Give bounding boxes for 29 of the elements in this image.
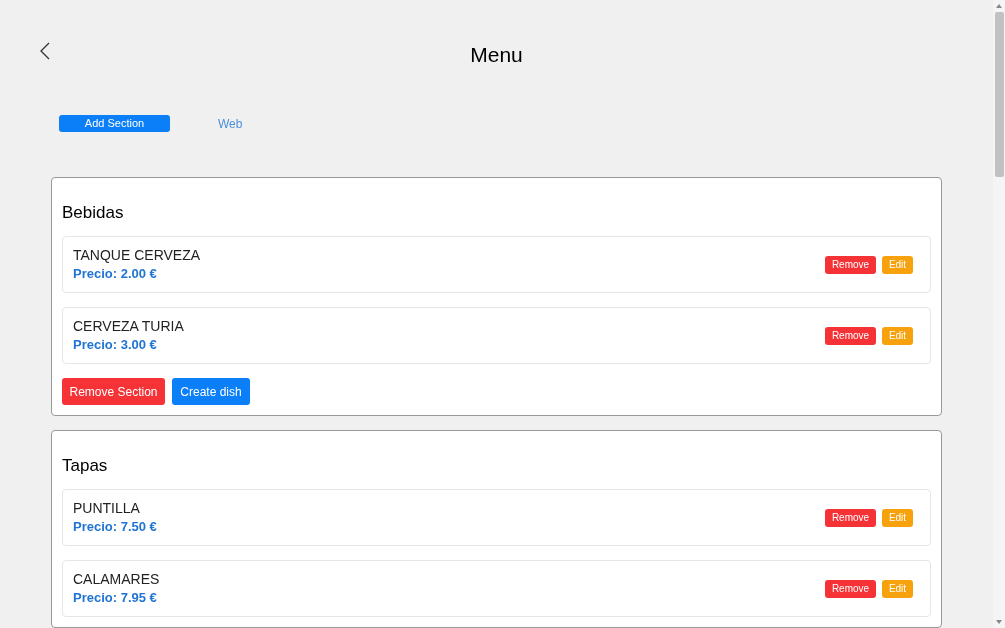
remove-dish-button[interactable]: Remove [825,326,876,345]
edit-dish-button[interactable]: Edit [882,579,913,598]
edit-dish-button[interactable]: Edit [882,255,913,274]
dish-name: CERVEZA TURIA [73,317,185,335]
add-section-button[interactable]: Add Section [59,115,170,132]
dish-price: Precio: 2.00 € [73,265,158,283]
remove-dish-button[interactable]: Remove [825,255,876,274]
remove-dish-button[interactable]: Remove [825,508,876,527]
dish-price: Precio: 7.95 € [73,589,158,607]
dish-price: Precio: 7.50 € [73,518,158,536]
scrollbar-thumb[interactable] [994,12,1004,177]
web-link[interactable]: Web [218,114,243,133]
edit-dish-button[interactable]: Edit [882,326,913,345]
section-title: Tapas [62,455,109,477]
page-title: Menu [470,42,523,68]
back-button[interactable] [38,40,52,62]
scroll-up-icon[interactable] [995,2,1003,10]
scrollbar[interactable] [993,0,1005,628]
scroll-down-icon[interactable] [995,618,1003,626]
dish-name: PUNTILLA [73,499,141,517]
back-icon [40,42,50,60]
dish-name: CALAMARES [73,570,161,588]
edit-dish-button[interactable]: Edit [882,508,913,527]
dish-name: TANQUE CERVEZA [73,246,202,264]
section-title: Bebidas [62,202,125,224]
remove-dish-button[interactable]: Remove [825,579,876,598]
remove-section-button[interactable]: Remove Section [62,378,165,405]
dish-price: Precio: 3.00 € [73,336,158,354]
create-dish-button[interactable]: Create dish [172,378,250,405]
